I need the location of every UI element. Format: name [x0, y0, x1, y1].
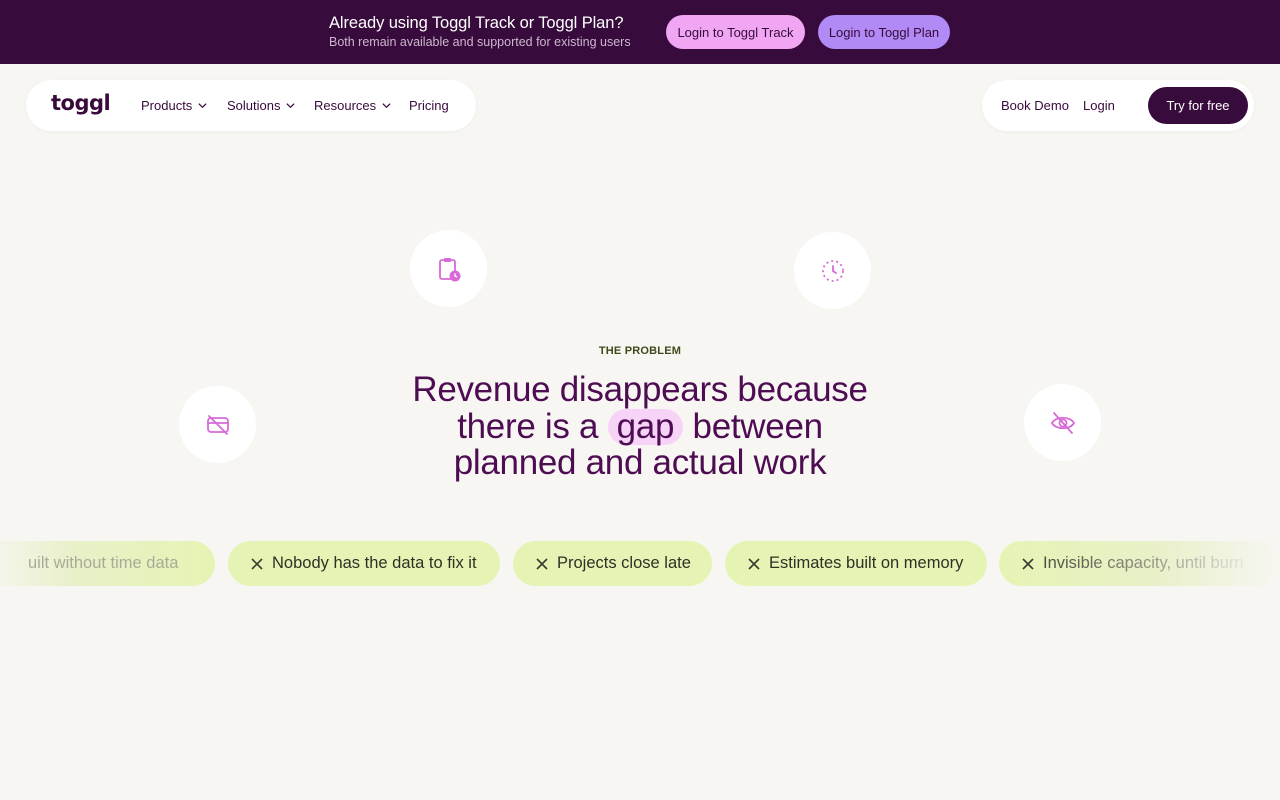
chip-label: Nobody has the data to fix it	[272, 554, 477, 572]
close-icon	[251, 557, 263, 570]
dashed-clock-icon	[821, 259, 844, 282]
no-money-icon-badge	[179, 386, 256, 463]
problem-chip: Invisible capacity, until burn	[999, 541, 1280, 586]
nav-item-products[interactable]: Products	[141, 98, 208, 113]
problem-chip: Estimates built on memory	[725, 541, 987, 586]
clipboard-clock-icon	[438, 257, 460, 281]
login-link[interactable]: Login	[1083, 98, 1115, 113]
try-for-free-button[interactable]: Try for free	[1148, 87, 1248, 124]
problem-chip: Projects close late	[513, 541, 712, 586]
nav-item-solutions[interactable]: Solutions	[227, 98, 296, 113]
account-nav: Book Demo Login Try for free	[982, 80, 1254, 131]
section-eyebrow: THE PROBLEM	[598, 345, 682, 357]
chevron-down-icon	[198, 103, 207, 109]
announcement-subtitle: Both remain available and supported for …	[329, 35, 631, 49]
toggl-logo[interactable]: toggl	[51, 91, 111, 115]
chip-label: Estimates built on memory	[769, 554, 964, 572]
main-nav: toggl Products Solutions Resources Prici…	[26, 80, 476, 131]
headline-text: there is a	[457, 406, 599, 446]
login-track-button[interactable]: Login to Toggl Track	[666, 15, 805, 49]
no-money-icon	[206, 414, 229, 435]
chevron-down-icon	[382, 103, 391, 109]
problem-chip: uilt without time data	[0, 541, 215, 586]
hero-headline: Revenue disappears because there is a ga…	[340, 370, 940, 482]
chip-label: Invisible capacity, until burn	[1043, 554, 1244, 572]
close-icon	[1022, 557, 1034, 570]
nav-item-pricing[interactable]: Pricing	[409, 98, 449, 113]
book-demo-link[interactable]: Book Demo	[1001, 98, 1069, 113]
headline-line-2: there is a gap between	[340, 406, 940, 446]
eye-off-icon-badge	[1024, 384, 1101, 461]
nav-item-resources[interactable]: Resources	[314, 98, 392, 113]
nav-item-label: Pricing	[409, 98, 449, 113]
headline-line-1: Revenue disappears because	[412, 370, 868, 409]
login-plan-button[interactable]: Login to Toggl Plan	[818, 15, 950, 49]
announcement-bar: Already using Toggl Track or Toggl Plan?…	[0, 0, 1280, 64]
chip-label: uilt without time data	[28, 554, 179, 572]
clipboard-clock-icon-badge	[410, 230, 487, 307]
eye-off-icon	[1050, 411, 1075, 434]
gap-highlight: gap	[607, 408, 684, 445]
headline-line-3: planned and actual work	[453, 443, 827, 482]
announcement-text: Already using Toggl Track or Toggl Plan?…	[329, 13, 631, 50]
nav-item-label: Products	[141, 98, 193, 113]
close-icon	[748, 557, 760, 570]
chip-label: Projects close late	[557, 554, 691, 572]
nav-item-label: Solutions	[227, 98, 281, 113]
close-icon	[536, 557, 548, 570]
nav-item-label: Resources	[314, 98, 377, 113]
headline-text: between	[692, 406, 824, 446]
announcement-title: Already using Toggl Track or Toggl Plan?	[329, 14, 624, 32]
dashed-clock-icon-badge	[794, 232, 871, 309]
problem-chip: Nobody has the data to fix it	[228, 541, 500, 586]
chevron-down-icon	[286, 103, 296, 109]
